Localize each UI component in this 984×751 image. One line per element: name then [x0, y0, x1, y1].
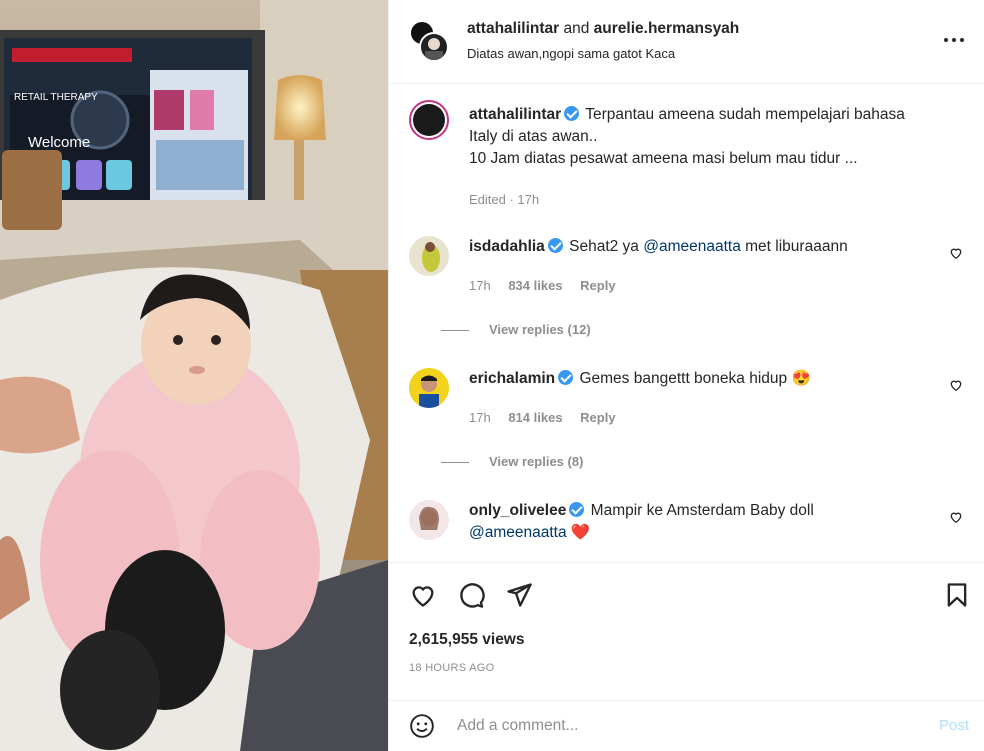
- header-user1-link[interactable]: attahalilintar: [467, 20, 559, 37]
- avatar[interactable]: [409, 100, 449, 140]
- comment-username[interactable]: only_olivelee: [469, 502, 566, 519]
- header-user2-link[interactable]: aurelie.hermansyah: [594, 20, 740, 37]
- caption-text: attahalilintar Terpantau ameena sudah me…: [469, 106, 905, 167]
- comment-username[interactable]: isdadahlia: [469, 238, 545, 255]
- screen-welcome-text: Welcome: [28, 134, 90, 151]
- view-replies-button[interactable]: View replies (12): [489, 322, 591, 337]
- more-options-button[interactable]: [942, 28, 966, 52]
- like-heart-icon[interactable]: [409, 581, 437, 609]
- comment-input[interactable]: [457, 715, 897, 737]
- collab-avatars[interactable]: [409, 20, 449, 62]
- caption-username[interactable]: attahalilintar: [469, 106, 561, 123]
- like-comment-heart-icon[interactable]: [949, 510, 963, 524]
- view-replies-button[interactable]: View replies (8): [489, 454, 583, 469]
- baby-video-frame: RETAIL THERAPY Welcome: [0, 0, 388, 751]
- more-dot-icon: [952, 38, 956, 42]
- comment-bubble-icon[interactable]: [457, 581, 485, 609]
- avatar[interactable]: [409, 500, 449, 540]
- reply-button[interactable]: Reply: [580, 278, 615, 293]
- comments-list[interactable]: attahalilintar Terpantau ameena sudah me…: [389, 84, 984, 562]
- screen-retail-text: RETAIL THERAPY: [14, 92, 98, 103]
- verified-badge-icon: [569, 502, 585, 517]
- avatar[interactable]: [409, 236, 449, 276]
- verified-badge-icon: [558, 370, 574, 385]
- avatar[interactable]: [409, 368, 449, 408]
- post-actions: 2,615,955 views 18 HOURS AGO: [389, 562, 984, 700]
- verified-badge-icon: [547, 238, 563, 253]
- comment-username[interactable]: erichalamin: [469, 370, 555, 387]
- views-count[interactable]: 2,615,955 views: [409, 631, 525, 649]
- add-comment-bar: Post: [389, 700, 984, 751]
- post-comment-button[interactable]: Post: [939, 717, 969, 734]
- heart-eyes-emoji-icon: 😍: [791, 370, 811, 387]
- post-timestamp[interactable]: 18 HOURS AGO: [409, 662, 495, 674]
- comment-likes[interactable]: 814 likes: [508, 410, 562, 425]
- and-text: and: [563, 20, 590, 37]
- post-media[interactable]: RETAIL THERAPY Welcome: [0, 0, 388, 751]
- like-comment-heart-icon[interactable]: [949, 246, 963, 260]
- comment-time: 17h: [469, 278, 491, 293]
- mention-link[interactable]: @ameenaatta: [643, 238, 741, 255]
- avatar[interactable]: [419, 32, 449, 62]
- reply-button[interactable]: Reply: [580, 410, 615, 425]
- comment-likes[interactable]: 834 likes: [508, 278, 562, 293]
- red-heart-emoji-icon: ❤️: [570, 524, 591, 541]
- mention-link[interactable]: @ameenaatta: [469, 524, 567, 541]
- post-header: attahalilintar and aurelie.hermansyah Di…: [389, 0, 984, 84]
- more-dot-icon: [944, 38, 948, 42]
- location-link[interactable]: Diatas awan,ngopi sama gatot Kaca: [467, 46, 675, 61]
- comment-time: 17h: [469, 410, 491, 425]
- post-panel: attahalilintar and aurelie.hermansyah Di…: [388, 0, 984, 751]
- emoji-smiley-icon[interactable]: [409, 713, 435, 739]
- collab-names: attahalilintar and aurelie.hermansyah: [467, 20, 739, 38]
- caption-meta: Edited · 17h: [469, 192, 540, 207]
- save-bookmark-icon[interactable]: [943, 581, 971, 609]
- share-send-icon[interactable]: [505, 581, 533, 609]
- more-dot-icon: [960, 38, 964, 42]
- like-comment-heart-icon[interactable]: [949, 378, 963, 392]
- verified-badge-icon: [564, 106, 580, 121]
